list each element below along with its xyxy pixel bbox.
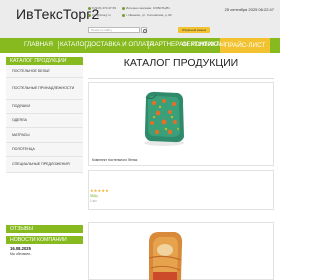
product-price: 950р. (90, 194, 99, 198)
phone-number: 8 (916) 473-97-59 (92, 6, 117, 10)
category-bed-accessories[interactable]: ПОСТЕЛЬНЫЕ ПРИНАДЛЕЖНОСТИ (6, 78, 83, 100)
category-pillows[interactable]: ПОДУШКИ (6, 100, 83, 114)
site-header: ИвТексТорг2 8 (916) 473-97-59 info@ivtor… (0, 0, 280, 38)
nav-divider (58, 41, 59, 49)
catalog-header[interactable]: КАТАЛОГ ПРОДУКЦИИ (6, 57, 83, 65)
shop-address: г. Иваново, ул. Сосновская, д. 82 (122, 13, 172, 17)
mail-icon (88, 13, 91, 17)
product-card[interactable] (88, 170, 274, 210)
callback-button[interactable]: Обратный звонок (178, 27, 210, 33)
category-blankets[interactable]: ОДЕЯЛА (6, 114, 83, 128)
reviews-header[interactable]: ОТЗЫВЫ (6, 225, 83, 233)
shop-address-text: г. Иваново, ул. Сосновская, д. 82 (126, 13, 172, 17)
category-bedding[interactable]: ПОСТЕЛЬНОЕ БЕЛЬЕ (6, 65, 83, 78)
news-date: 16.08.2025 (10, 246, 31, 251)
news-header[interactable]: НОВОСТИ КОМПАНИИ (6, 236, 83, 244)
rating-stars: ★★★★★ (90, 188, 109, 193)
shop-hours: Интернет-магазин: Сб/Вс/Пн/Вт (122, 6, 170, 10)
current-date: 25 сентября 2025 06:22:47 (224, 7, 274, 12)
nav-item-catalog[interactable]: КАТАЛОГ (60, 41, 88, 48)
nav-item-contacts[interactable]: КОНТАКТЫ (191, 41, 225, 48)
category-towels[interactable]: ПОЛОТЕНЦА (6, 143, 83, 157)
title-divider (88, 78, 274, 79)
product-image[interactable] (142, 87, 186, 147)
nav-divider (85, 41, 86, 49)
search-input[interactable]: Поиск по сайту (88, 27, 140, 33)
product-name[interactable]: Комплект постельного белья (92, 158, 137, 162)
nav-item-home[interactable]: ГЛАВНАЯ (24, 41, 53, 48)
email-contact[interactable]: info@ivtorg.ru (88, 13, 111, 17)
category-special-offers[interactable]: СПЕЦИАЛЬНЫЕ ПРЕДЛОЖЕНИЯ (6, 157, 83, 173)
product-unit: 1 шт. (90, 199, 98, 203)
news-snippet[interactable]: Мы обновили.. (10, 252, 32, 256)
nav-item-delivery[interactable]: ДОСТАВКА И ОПЛАТА (87, 41, 154, 48)
category-mattresses[interactable]: МАТРАСЫ (6, 128, 83, 143)
phone-contact[interactable]: 8 (916) 473-97-59 (88, 6, 116, 10)
location-icon (122, 13, 125, 17)
site-logo[interactable]: ИвТексТорг2 (16, 6, 99, 22)
nav-divider (148, 41, 149, 49)
phone-icon (88, 6, 91, 10)
price-list-button[interactable]: ПРАЙС-ЛИСТ (220, 38, 270, 53)
main-nav: ГЛАВНАЯ КАТАЛОГ ДОСТАВКА И ОПЛАТА ПАРТНЕ… (0, 38, 280, 53)
shop-hours-text: Интернет-магазин: Сб/Вс/Пн/Вт (126, 6, 170, 10)
search-icon[interactable] (141, 27, 147, 33)
product-image[interactable] (145, 228, 185, 280)
clock-icon (122, 6, 125, 10)
email-address: info@ivtorg.ru (92, 13, 111, 17)
page-title: КАТАЛОГ ПРОДУКЦИИ (123, 57, 239, 69)
